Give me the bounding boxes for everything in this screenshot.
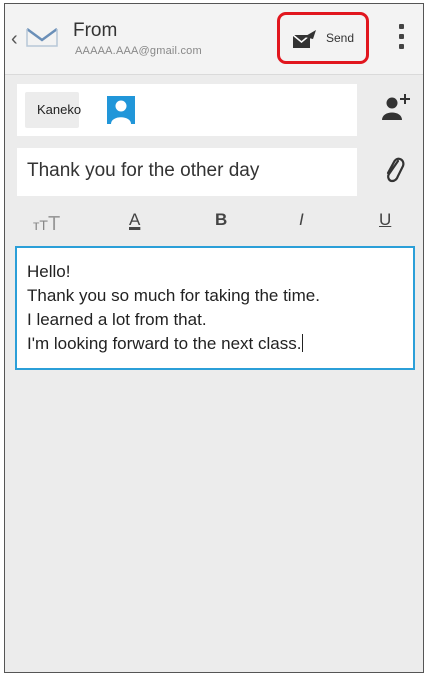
overflow-menu-icon[interactable] bbox=[397, 24, 405, 54]
subject-field[interactable]: Thank you for the other day bbox=[17, 148, 357, 196]
send-label: Send bbox=[326, 31, 355, 45]
from-address[interactable]: AAAAA.AAA@gmail.com bbox=[75, 45, 202, 57]
bold-button[interactable]: B bbox=[215, 210, 227, 230]
text-cursor bbox=[302, 334, 304, 352]
send-button[interactable]: Send bbox=[277, 12, 369, 64]
recipient-chip[interactable]: Kaneko bbox=[25, 92, 135, 128]
mail-app-icon[interactable] bbox=[25, 26, 59, 48]
to-field[interactable]: Kaneko bbox=[17, 84, 357, 136]
subject-text: Thank you for the other day bbox=[27, 160, 260, 181]
body-line-last: I'm looking forward to the next class. bbox=[27, 334, 304, 354]
text-color-button[interactable]: A bbox=[129, 210, 140, 230]
contact-avatar-icon bbox=[107, 96, 135, 124]
recipient-name: Kaneko bbox=[37, 102, 82, 117]
from-label[interactable]: From bbox=[73, 20, 117, 42]
underline-button[interactable]: U bbox=[379, 210, 391, 230]
body-line-text: I'm looking forward to the next class. bbox=[27, 334, 302, 353]
compose-header: ‹ From AAAAA.AAA@gmail.com Send bbox=[5, 4, 423, 75]
back-chevron-icon[interactable]: ‹ bbox=[11, 28, 18, 51]
formatting-toolbar: ᴛTT A B I U bbox=[17, 204, 413, 240]
text-size-icon[interactable]: ᴛTT bbox=[33, 213, 60, 236]
body-line: Hello! bbox=[27, 262, 71, 281]
send-icon bbox=[292, 30, 316, 48]
message-body-input[interactable]: Hello! Thank you so much for taking the … bbox=[15, 246, 415, 370]
paperclip-icon[interactable] bbox=[381, 154, 407, 186]
body-line: I learned a lot from that. bbox=[27, 310, 207, 329]
add-contact-icon[interactable] bbox=[377, 92, 413, 122]
italic-button[interactable]: I bbox=[299, 210, 304, 230]
body-line: Thank you so much for taking the time. bbox=[27, 286, 320, 305]
compose-screen: ‹ From AAAAA.AAA@gmail.com Send Kaneko T… bbox=[4, 3, 424, 673]
